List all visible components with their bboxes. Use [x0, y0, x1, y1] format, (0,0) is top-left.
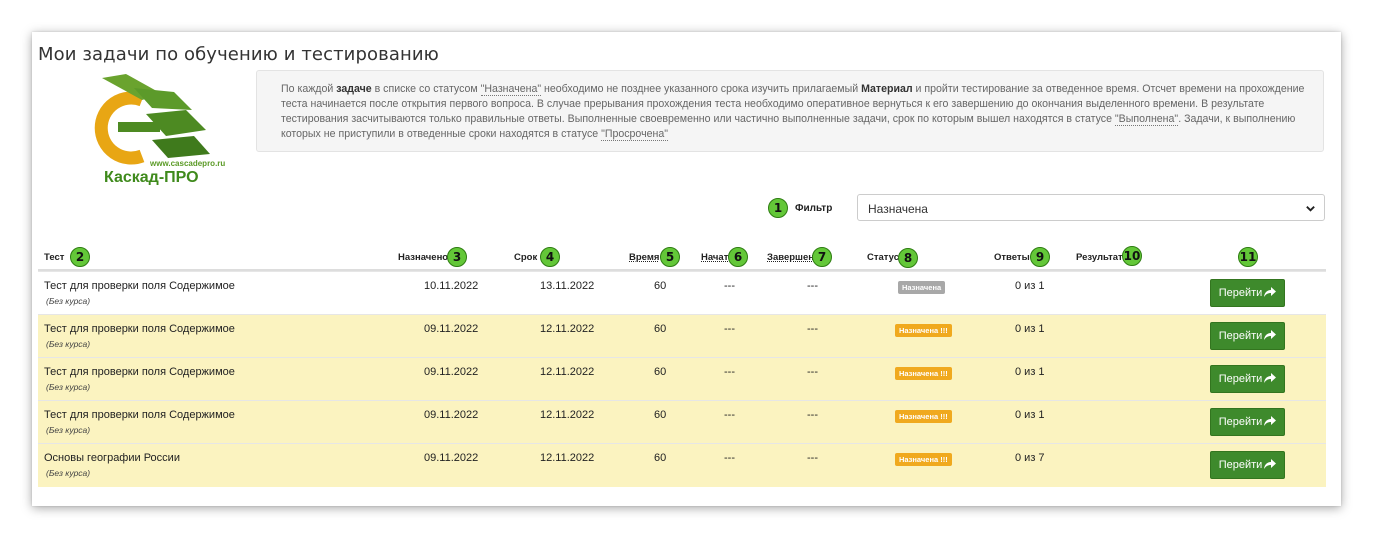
time-limit: 60 — [654, 280, 667, 292]
course-name: (Без курса) — [46, 296, 91, 306]
started-value: --- — [724, 280, 735, 292]
col-deadline[interactable]: Срок — [514, 252, 537, 263]
status-badge: Назначена !!! — [895, 367, 952, 380]
marker-2: 2 — [70, 247, 90, 267]
col-time[interactable]: Время — [629, 252, 659, 263]
filter-value: Назначена — [868, 202, 928, 216]
answers-value: 0 из 1 — [1015, 323, 1045, 335]
deadline-date: 12.11.2022 — [540, 452, 595, 464]
col-finished[interactable]: Завершен — [767, 252, 814, 263]
logo-emblem — [94, 74, 210, 165]
answers-value: 0 из 1 — [1015, 409, 1045, 421]
deadline-date: 12.11.2022 — [540, 366, 595, 378]
status-done-hint: "Выполнена" — [1114, 113, 1179, 126]
go-button[interactable]: Перейти — [1210, 279, 1285, 307]
answers-value: 0 из 7 — [1015, 452, 1045, 464]
chevron-down-icon — [1306, 206, 1315, 212]
share-arrow-icon — [1264, 416, 1277, 426]
assigned-date: 09.11.2022 — [424, 409, 479, 421]
marker-4: 4 — [540, 247, 560, 267]
time-limit: 60 — [654, 452, 667, 464]
time-limit: 60 — [654, 409, 667, 421]
assigned-date: 09.11.2022 — [424, 366, 479, 378]
started-value: --- — [724, 323, 735, 335]
share-arrow-icon — [1264, 287, 1277, 297]
course-name: (Без курса) — [46, 382, 91, 392]
started-value: --- — [724, 452, 735, 464]
table-row: Основы географии России (Без курса) 09.1… — [38, 443, 1326, 487]
finished-value: --- — [807, 280, 818, 292]
deadline-date: 12.11.2022 — [540, 409, 595, 421]
assigned-date: 10.11.2022 — [424, 280, 479, 292]
marker-10: 10 — [1122, 246, 1142, 266]
finished-value: --- — [807, 452, 818, 464]
instructions-box: По каждой задаче в списке со статусом "Н… — [256, 70, 1324, 152]
status-badge: Назначена !!! — [895, 324, 952, 337]
col-answers[interactable]: Ответы — [994, 252, 1030, 263]
table-row: Тест для проверки поля Содержимое (Без к… — [38, 271, 1326, 315]
started-value: --- — [724, 409, 735, 421]
time-limit: 60 — [654, 366, 667, 378]
marker-7: 7 — [812, 247, 832, 267]
marker-1: 1 — [768, 198, 788, 218]
share-arrow-icon — [1264, 373, 1277, 383]
finished-value: --- — [807, 366, 818, 378]
logo-brand: Каскад-ПРО — [104, 169, 199, 185]
share-arrow-icon — [1264, 330, 1277, 340]
filter-label: Фильтр — [795, 203, 833, 214]
go-button[interactable]: Перейти — [1210, 322, 1285, 350]
col-started[interactable]: Начат — [701, 252, 728, 263]
marker-5: 5 — [660, 247, 680, 267]
cascade-pro-logo: www.cascadepro.ru Каскад-ПРО — [82, 70, 242, 186]
go-button[interactable]: Перейти — [1210, 365, 1285, 393]
status-overdue-hint: "Просрочена" — [601, 128, 668, 141]
test-name: Тест для проверки поля Содержимое — [44, 280, 235, 292]
assigned-date: 09.11.2022 — [424, 323, 479, 335]
started-value: --- — [724, 366, 735, 378]
answers-value: 0 из 1 — [1015, 366, 1045, 378]
marker-3: 3 — [447, 247, 467, 267]
finished-value: --- — [807, 409, 818, 421]
marker-6: 6 — [728, 247, 748, 267]
share-arrow-icon — [1264, 459, 1277, 469]
test-name: Тест для проверки поля Содержимое — [44, 366, 235, 378]
test-name: Основы географии России — [44, 452, 180, 464]
table-row: Тест для проверки поля Содержимое (Без к… — [38, 400, 1326, 444]
test-name: Тест для проверки поля Содержимое — [44, 409, 235, 421]
status-badge: Назначена !!! — [895, 453, 952, 466]
test-name: Тест для проверки поля Содержимое — [44, 323, 235, 335]
course-name: (Без курса) — [46, 425, 91, 435]
marker-9: 9 — [1030, 247, 1050, 267]
col-assigned[interactable]: Назначено — [398, 252, 448, 263]
go-button[interactable]: Перейти — [1210, 451, 1285, 479]
time-limit: 60 — [654, 323, 667, 335]
col-test: Тест — [44, 252, 65, 263]
status-badge: Назначена — [898, 281, 946, 294]
go-button[interactable]: Перейти — [1210, 408, 1285, 436]
table-row: Тест для проверки поля Содержимое (Без к… — [38, 357, 1326, 401]
finished-value: --- — [807, 323, 818, 335]
deadline-date: 13.11.2022 — [540, 280, 595, 292]
status-assigned-hint: "Назначена" — [480, 83, 542, 96]
col-status[interactable]: Статус — [867, 252, 899, 263]
logo-url: www.cascadepro.ru — [149, 159, 225, 168]
status-badge: Назначена !!! — [895, 410, 952, 423]
marker-8: 8 — [898, 248, 918, 268]
assigned-date: 09.11.2022 — [424, 452, 479, 464]
deadline-date: 12.11.2022 — [540, 323, 595, 335]
course-name: (Без курса) — [46, 339, 91, 349]
col-result[interactable]: Результат — [1076, 252, 1123, 263]
tasks-card: Мои задачи по обучению и тестированию ww… — [32, 32, 1341, 506]
page-title: Мои задачи по обучению и тестированию — [38, 44, 439, 65]
filter-select[interactable]: Назначена — [857, 194, 1325, 221]
marker-11: 11 — [1238, 247, 1258, 267]
answers-value: 0 из 1 — [1015, 280, 1045, 292]
course-name: (Без курса) — [46, 468, 91, 478]
table-row: Тест для проверки поля Содержимое (Без к… — [38, 314, 1326, 358]
